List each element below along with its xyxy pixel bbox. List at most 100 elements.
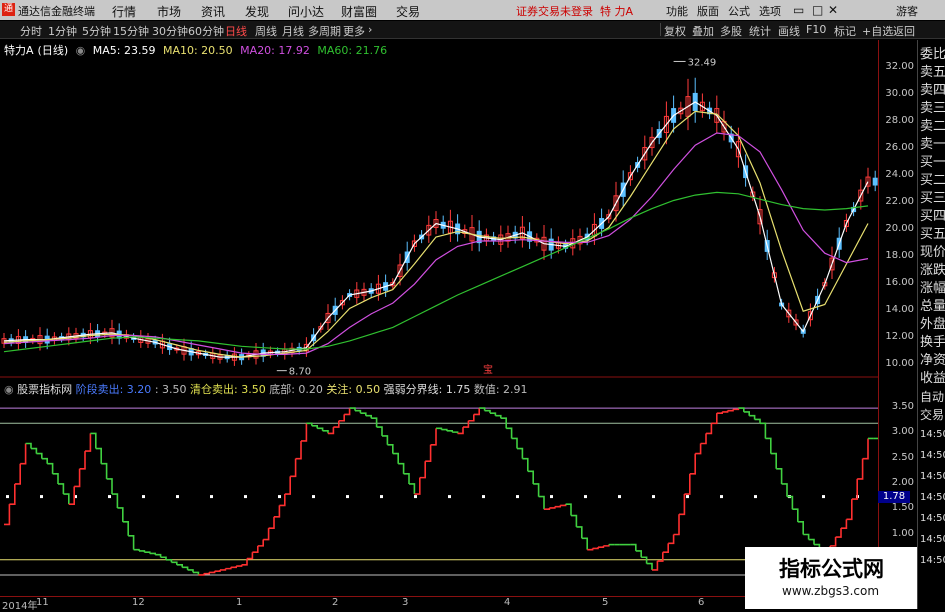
indicator-step [635,550,643,558]
menu-ask[interactable]: 问小达 [288,3,324,20]
indicator-step [95,447,102,464]
period-5min[interactable]: 5分钟 [82,23,111,39]
indicator-gear-icon[interactable]: ◉ [4,383,14,396]
sidebar-item[interactable]: 买五 [920,226,945,244]
period-15min[interactable]: 15分钟 [113,23,149,39]
indicator-step [787,495,794,510]
level-dot [516,495,519,499]
indicator-step [122,521,129,536]
sidebar-item[interactable]: 净资 [920,352,945,370]
menu-trade[interactable]: 交易 [396,3,420,20]
sidebar-item[interactable]: 卖三 [920,100,945,118]
indicator-step [58,483,65,495]
app-name: 通达信金融终端 [18,5,95,18]
close-icon[interactable]: ✕ [828,3,838,17]
tool-multi-stock[interactable]: 多股 [720,23,742,39]
tool-stats[interactable]: 统计 [749,23,771,39]
sidebar-bottom-item[interactable]: 自动 [920,388,945,406]
menu-wealth[interactable]: 财富圈 [341,3,377,20]
period-multi[interactable]: 多周期 [308,23,341,39]
indicator-tick: 1.50 [891,502,914,514]
period-monthly[interactable]: 月线 [282,23,304,39]
indicator-step [581,537,589,550]
period-more[interactable]: 更多 [343,23,365,39]
indicator-step [841,519,848,529]
menu-news[interactable]: 资讯 [201,3,225,20]
indicator-step [727,409,734,412]
sidebar-item[interactable]: 卖五 [920,64,945,82]
tool-add-watchlist[interactable]: +自选 [862,23,893,39]
sidebar-item[interactable]: 现价 [920,244,945,262]
tool-back[interactable]: 返回 [893,23,915,39]
menu-quotes[interactable]: 行情 [112,3,136,20]
sidebar-item[interactable]: 买二 [920,172,945,190]
indicator-step [284,476,292,495]
sidebar-item[interactable]: 外盘 [920,316,945,334]
chevron-right-icon[interactable]: › [368,23,372,36]
period-daily[interactable]: 日线 [225,23,247,39]
maximize-icon[interactable]: □ [812,3,823,17]
indicator-step [484,409,491,414]
indicator-step [306,422,313,426]
kline-chart[interactable]: 32.49 8.70 宝 [0,40,878,596]
indicator-step [652,561,659,571]
indicator-step [706,423,713,435]
indicator-step [247,552,254,560]
menu-formula[interactable]: 公式 [728,3,750,19]
sidebar-item[interactable]: 买四 [920,208,945,226]
indicator-step [830,537,837,547]
tool-adjust[interactable]: 复权 [664,23,686,39]
indicator-step [149,552,156,555]
date-label: 2014年 [2,601,38,612]
menu-market[interactable]: 市场 [157,3,181,20]
period-60min[interactable]: 60分钟 [188,23,224,39]
indicator-step [128,534,135,550]
tool-overlay[interactable]: 叠加 [692,23,714,39]
ind-clear-sell: 清仓卖出: 3.50 [190,383,266,396]
indicator-step [722,410,729,413]
ind-stage-sell: 阶段卖出: 3.20 [75,383,152,396]
indicator-step [565,503,572,516]
event-marker: 宝 [483,363,493,376]
sidebar-bottom-item[interactable]: 交易 [920,406,945,424]
sidebar-item[interactable]: 买三 [920,190,945,208]
level-dot [312,495,315,499]
sidebar-item[interactable]: 买一 [920,154,945,172]
date-label: 3 [402,597,409,608]
sidebar-item[interactable]: 涨跌 [920,262,945,280]
period-tick[interactable]: 分时 [20,23,42,39]
indicator-step [603,544,610,547]
tool-mark[interactable]: 标记 [834,23,856,39]
indicator-step [171,561,178,565]
menu-function[interactable]: 功能 [666,3,688,19]
sidebar-item[interactable]: 换手 [920,334,945,352]
date-label: 6 [698,597,705,608]
indicator-step [452,431,459,434]
period-30min[interactable]: 30分钟 [152,23,188,39]
indicator-step [662,543,670,553]
period-weekly[interactable]: 周线 [255,23,277,39]
tool-draw[interactable]: 画线 [778,23,800,39]
sidebar-item[interactable]: 总量 [920,298,945,316]
indicator-step [263,528,270,541]
indicator-step [252,545,259,553]
menu-discover[interactable]: 发现 [245,3,269,20]
indicator-step [112,493,119,508]
menu-options[interactable]: 选项 [759,3,781,19]
sidebar-item[interactable]: 卖一 [920,136,945,154]
ind-attention: 关注: 0.50 [326,383,381,396]
user-label[interactable]: 游客 [896,3,918,19]
period-1min[interactable]: 1分钟 [48,23,77,39]
menu-layout[interactable]: 版面 [697,3,719,19]
indicator-step [554,505,562,508]
indicator-step [576,526,583,539]
sidebar-item[interactable]: 卖二 [920,118,945,136]
tool-f10[interactable]: F10 [806,23,826,36]
price-tick: 10.00 [885,358,914,370]
minimize-icon[interactable]: ▭ [793,3,804,17]
sidebar-item[interactable]: 涨幅 [920,280,945,298]
sidebar-item[interactable]: 收益 [920,370,945,388]
sidebar-item[interactable]: 卖四 [920,82,945,100]
sidebar-item[interactable]: 委比 [920,46,945,64]
indicator-step [274,505,281,518]
